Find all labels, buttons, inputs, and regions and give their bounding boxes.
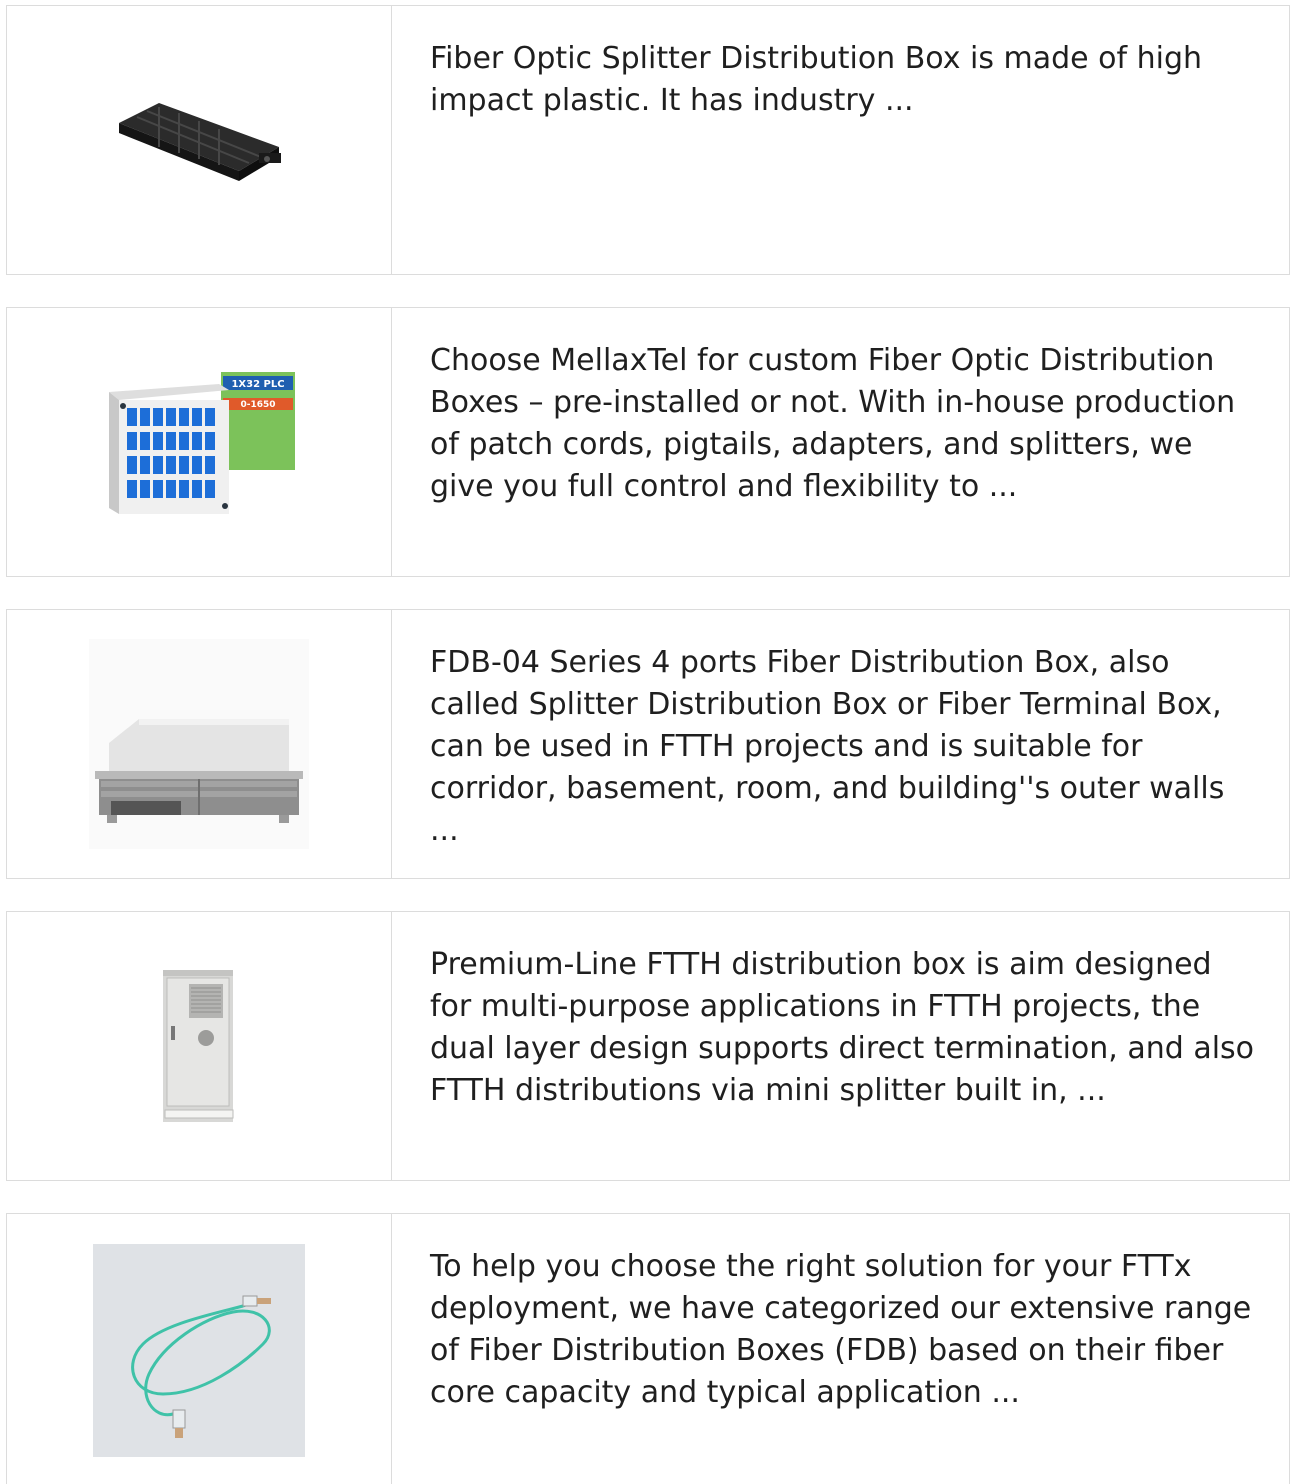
product-card[interactable]: 1X32 PLC 0-1650 Choose MellaxTel for cus… — [6, 307, 1290, 577]
product-description-text[interactable]: Fiber Optic Splitter Distribution Box is… — [430, 41, 1202, 118]
product-card[interactable]: Premium-Line FTTH distribution box is ai… — [6, 911, 1290, 1181]
fiber-closure-image — [119, 103, 281, 181]
product-thumbnail[interactable] — [7, 912, 392, 1180]
product-description[interactable]: FDB-04 Series 4 ports Fiber Distribution… — [392, 610, 1289, 878]
product-thumbnail[interactable]: 1X32 PLC 0-1650 — [7, 308, 392, 576]
product-description[interactable]: Premium-Line FTTH distribution box is ai… — [392, 912, 1289, 1180]
rack-distribution-box-image — [89, 639, 309, 849]
plc-splitter-box-image: 1X32 PLC 0-1650 — [109, 372, 295, 514]
product-card[interactable]: To help you choose the right solution fo… — [6, 1213, 1290, 1484]
box-label-text: 1X32 PLC — [231, 379, 284, 390]
product-card[interactable]: Fiber Optic Splitter Distribution Box is… — [6, 5, 1290, 275]
product-description-text[interactable]: FDB-04 Series 4 ports Fiber Distribution… — [430, 645, 1224, 848]
product-description[interactable]: Choose MellaxTel for custom Fiber Optic … — [392, 308, 1289, 576]
product-description-text[interactable]: Premium-Line FTTH distribution box is ai… — [430, 947, 1254, 1108]
product-thumbnail[interactable] — [7, 610, 392, 878]
product-description[interactable]: To help you choose the right solution fo… — [392, 1214, 1289, 1484]
product-thumbnail[interactable] — [7, 6, 392, 274]
product-thumbnail[interactable] — [7, 1214, 392, 1484]
outdoor-cabinet-image — [163, 970, 234, 1122]
product-description-text[interactable]: Choose MellaxTel for custom Fiber Optic … — [430, 343, 1235, 504]
product-description[interactable]: Fiber Optic Splitter Distribution Box is… — [392, 6, 1289, 274]
product-list: Fiber Optic Splitter Distribution Box is… — [0, 0, 1292, 1484]
patch-cord-image — [93, 1244, 305, 1457]
box-wavelength-text: 0-1650 — [240, 400, 275, 410]
product-card[interactable]: FDB-04 Series 4 ports Fiber Distribution… — [6, 609, 1290, 879]
product-description-text[interactable]: To help you choose the right solution fo… — [430, 1249, 1251, 1410]
